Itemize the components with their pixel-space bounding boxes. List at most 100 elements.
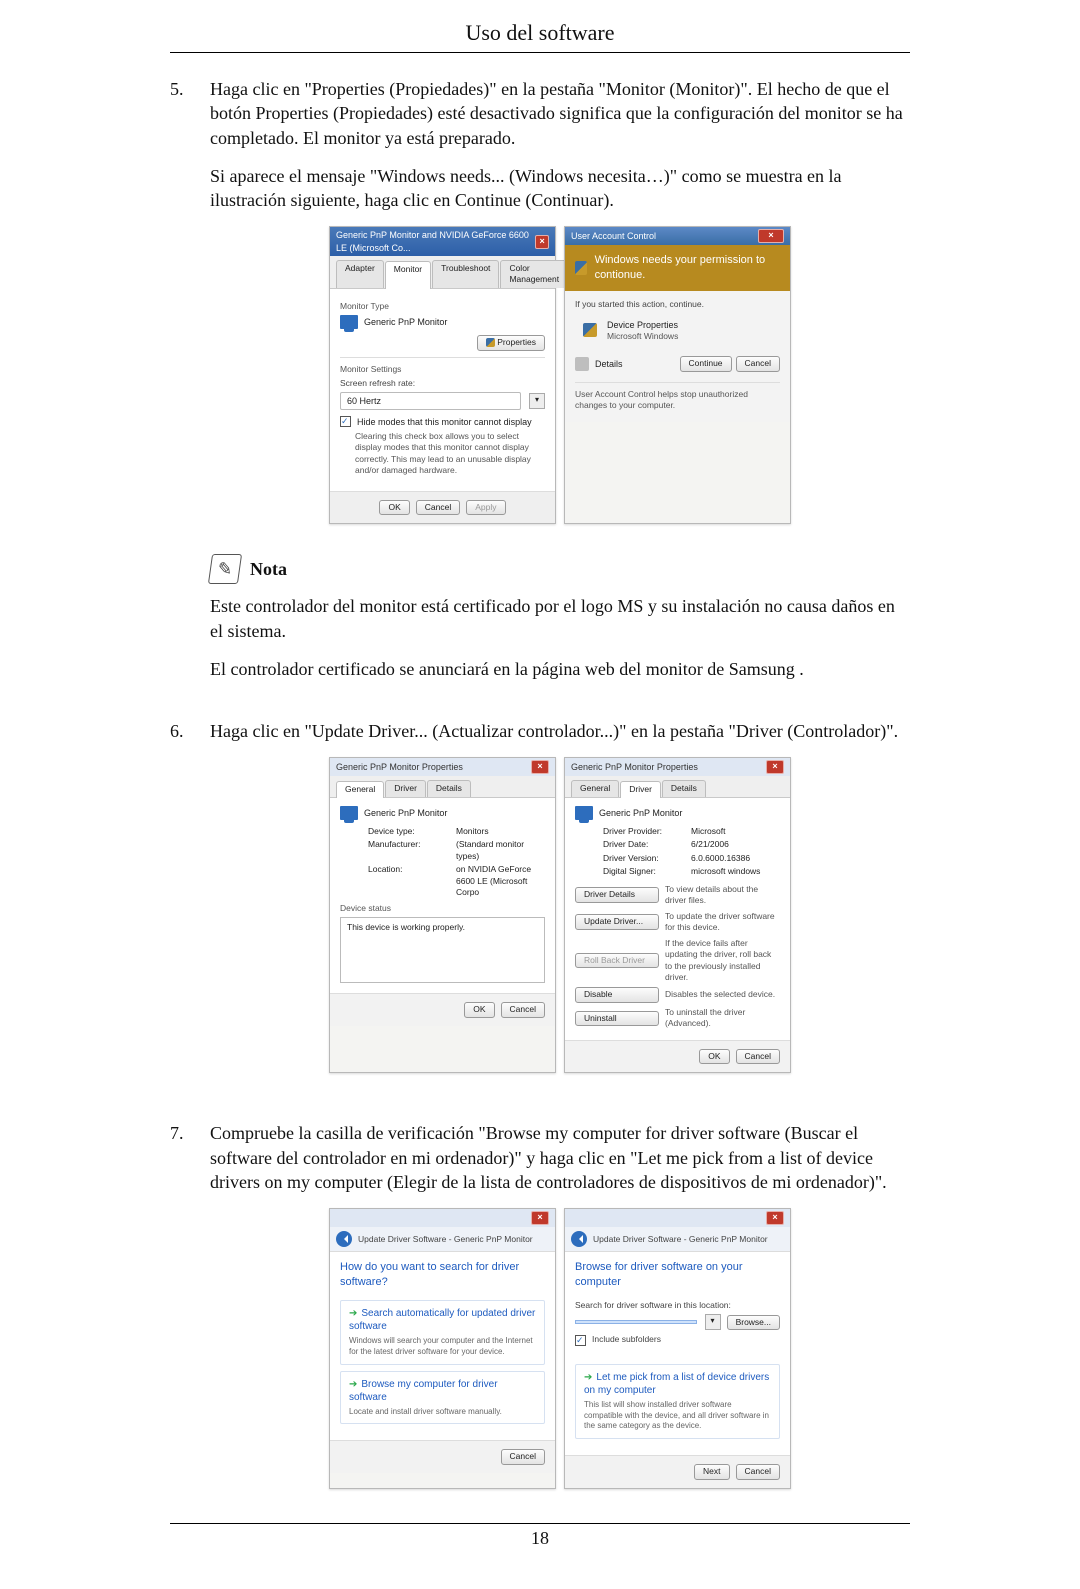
tab-details[interactable]: Details [427,780,471,796]
manufacturer-l: Manufacturer: [368,839,448,862]
step7-number: 7. [170,1121,210,1512]
signer-l: Digital Signer: [603,866,683,877]
tab-general[interactable]: General [571,780,619,796]
rollback-driver-desc: If the device fails after updating the d… [665,938,780,984]
option-browse-computer[interactable]: ➔Browse my computer for driver software … [340,1371,545,1425]
monitor-type-value: Generic PnP Monitor [364,316,447,328]
close-icon[interactable]: × [531,1211,549,1225]
device-status-label: Device status [340,903,545,914]
close-icon[interactable]: × [535,235,549,249]
arrow-icon: ➔ [584,1372,592,1383]
dialog-props-general: Generic PnP Monitor Properties× General … [329,757,556,1073]
properties-button-label: Properties [497,337,536,347]
winA-title: Generic PnP Monitor and NVIDIA GeForce 6… [336,229,535,253]
path-input[interactable] [575,1320,697,1324]
note-icon: ✎ [208,554,242,584]
properties-button[interactable]: Properties [477,335,545,350]
wizard2-path-label: Search for driver software in this locat… [575,1300,780,1311]
hide-modes-checkbox[interactable] [340,416,351,427]
cancel-button[interactable]: Cancel [416,500,460,515]
shield-icon [575,261,587,275]
note-p1: Este controlador del monitor está certif… [210,594,910,643]
driver-details-button[interactable]: Driver Details [575,887,659,902]
back-icon[interactable] [336,1231,352,1247]
dialog-wizard-browse: × Update Driver Software - Generic PnP M… [564,1208,791,1488]
dialog-monitor-properties: Generic PnP Monitor and NVIDIA GeForce 6… [329,226,556,524]
monitor-icon [340,806,358,820]
chevron-down-icon [575,357,589,371]
rollback-driver-button[interactable]: Roll Back Driver [575,953,659,968]
tab-color-management[interactable]: Color Management [500,260,568,288]
cancel-button[interactable]: Cancel [736,356,780,371]
hide-modes-label: Hide modes that this monitor cannot disp… [357,416,532,428]
disable-button[interactable]: Disable [575,987,659,1002]
uninstall-button[interactable]: Uninstall [575,1011,659,1026]
cancel-button[interactable]: Cancel [736,1464,780,1479]
option-browse-title: Browse my computer for driver software [349,1379,498,1404]
browse-button[interactable]: Browse... [727,1315,780,1330]
option-browse-sub: Locate and install driver software manua… [349,1407,536,1418]
wizard2-crumb: Update Driver Software - Generic PnP Mon… [593,1234,768,1245]
dropdown-icon[interactable] [705,1314,721,1330]
note-label: Nota [250,557,287,581]
option-let-me-pick[interactable]: ➔Let me pick from a list of device drive… [575,1364,780,1439]
monitor-icon [340,315,358,329]
cancel-button[interactable]: Cancel [736,1049,780,1064]
page-title: Uso del software [170,20,910,53]
continue-button[interactable]: Continue [680,356,732,371]
update-driver-button[interactable]: Update Driver... [575,914,659,929]
uac-publisher: Microsoft Windows [607,331,678,342]
next-button[interactable]: Next [694,1464,729,1479]
dialog-wizard-search: × Update Driver Software - Generic PnP M… [329,1208,556,1488]
tab-monitor[interactable]: Monitor [385,261,431,289]
uninstall-desc: To uninstall the driver (Advanced). [665,1007,780,1030]
update-driver-desc: To update the driver software for this d… [665,911,780,934]
step7-para: Compruebe la casilla de verificación "Br… [210,1121,910,1194]
option-auto-sub: Windows will search your computer and th… [349,1336,536,1358]
ok-button[interactable]: OK [699,1049,729,1064]
apply-button[interactable]: Apply [466,500,505,515]
ok-button[interactable]: OK [464,1002,494,1017]
date-l: Driver Date: [603,839,683,850]
dropdown-icon[interactable] [529,393,545,409]
provider-l: Driver Provider: [603,826,683,837]
device-type-l: Device type: [368,826,448,837]
uac-details-toggle[interactable]: Details [595,358,623,370]
ok-button[interactable]: OK [379,500,409,515]
refresh-rate-select[interactable]: 60 Hertz [340,392,521,410]
back-icon[interactable] [571,1231,587,1247]
provider-v: Microsoft [691,826,780,837]
cancel-button[interactable]: Cancel [501,1002,545,1017]
monitor-icon [575,806,593,820]
propsGeneral-name: Generic PnP Monitor [364,807,447,819]
tab-details[interactable]: Details [662,780,706,796]
monitor-type-label: Monitor Type [340,301,545,312]
tab-troubleshoot[interactable]: Troubleshoot [432,260,499,288]
uac-banner: Windows needs your permission to contion… [595,253,780,283]
uac-line1: If you started this action, continue. [575,299,780,310]
dialog-uac: User Account Control × Windows needs you… [564,226,791,524]
wizard2-heading: Browse for driver software on your compu… [575,1260,780,1290]
option-auto-search[interactable]: ➔Search automatically for updated driver… [340,1300,545,1365]
propsDriver-name: Generic PnP Monitor [599,807,682,819]
tab-driver[interactable]: Driver [620,781,661,797]
step6-para: Haga clic en "Update Driver... (Actualiz… [210,719,910,743]
tab-adapter[interactable]: Adapter [336,260,384,288]
hide-modes-desc: Clearing this check box allows you to se… [355,431,545,477]
tab-driver[interactable]: Driver [385,780,426,796]
dialog-props-driver: Generic PnP Monitor Properties× General … [564,757,791,1073]
close-icon[interactable]: × [766,1211,784,1225]
version-v: 6.0.6000.16386 [691,853,780,864]
winA-tabs: Adapter Monitor Troubleshoot Color Manag… [330,256,555,289]
uac-title: User Account Control [571,230,656,242]
close-icon[interactable]: × [531,760,549,774]
cancel-button[interactable]: Cancel [501,1449,545,1464]
close-icon[interactable]: × [766,760,784,774]
step5-number: 5. [170,77,210,695]
tab-general[interactable]: General [336,781,384,797]
include-subfolders-checkbox[interactable] [575,1335,586,1346]
disable-desc: Disables the selected device. [665,989,780,1000]
version-l: Driver Version: [603,853,683,864]
close-icon[interactable]: × [758,229,784,243]
location-l: Location: [368,864,448,898]
